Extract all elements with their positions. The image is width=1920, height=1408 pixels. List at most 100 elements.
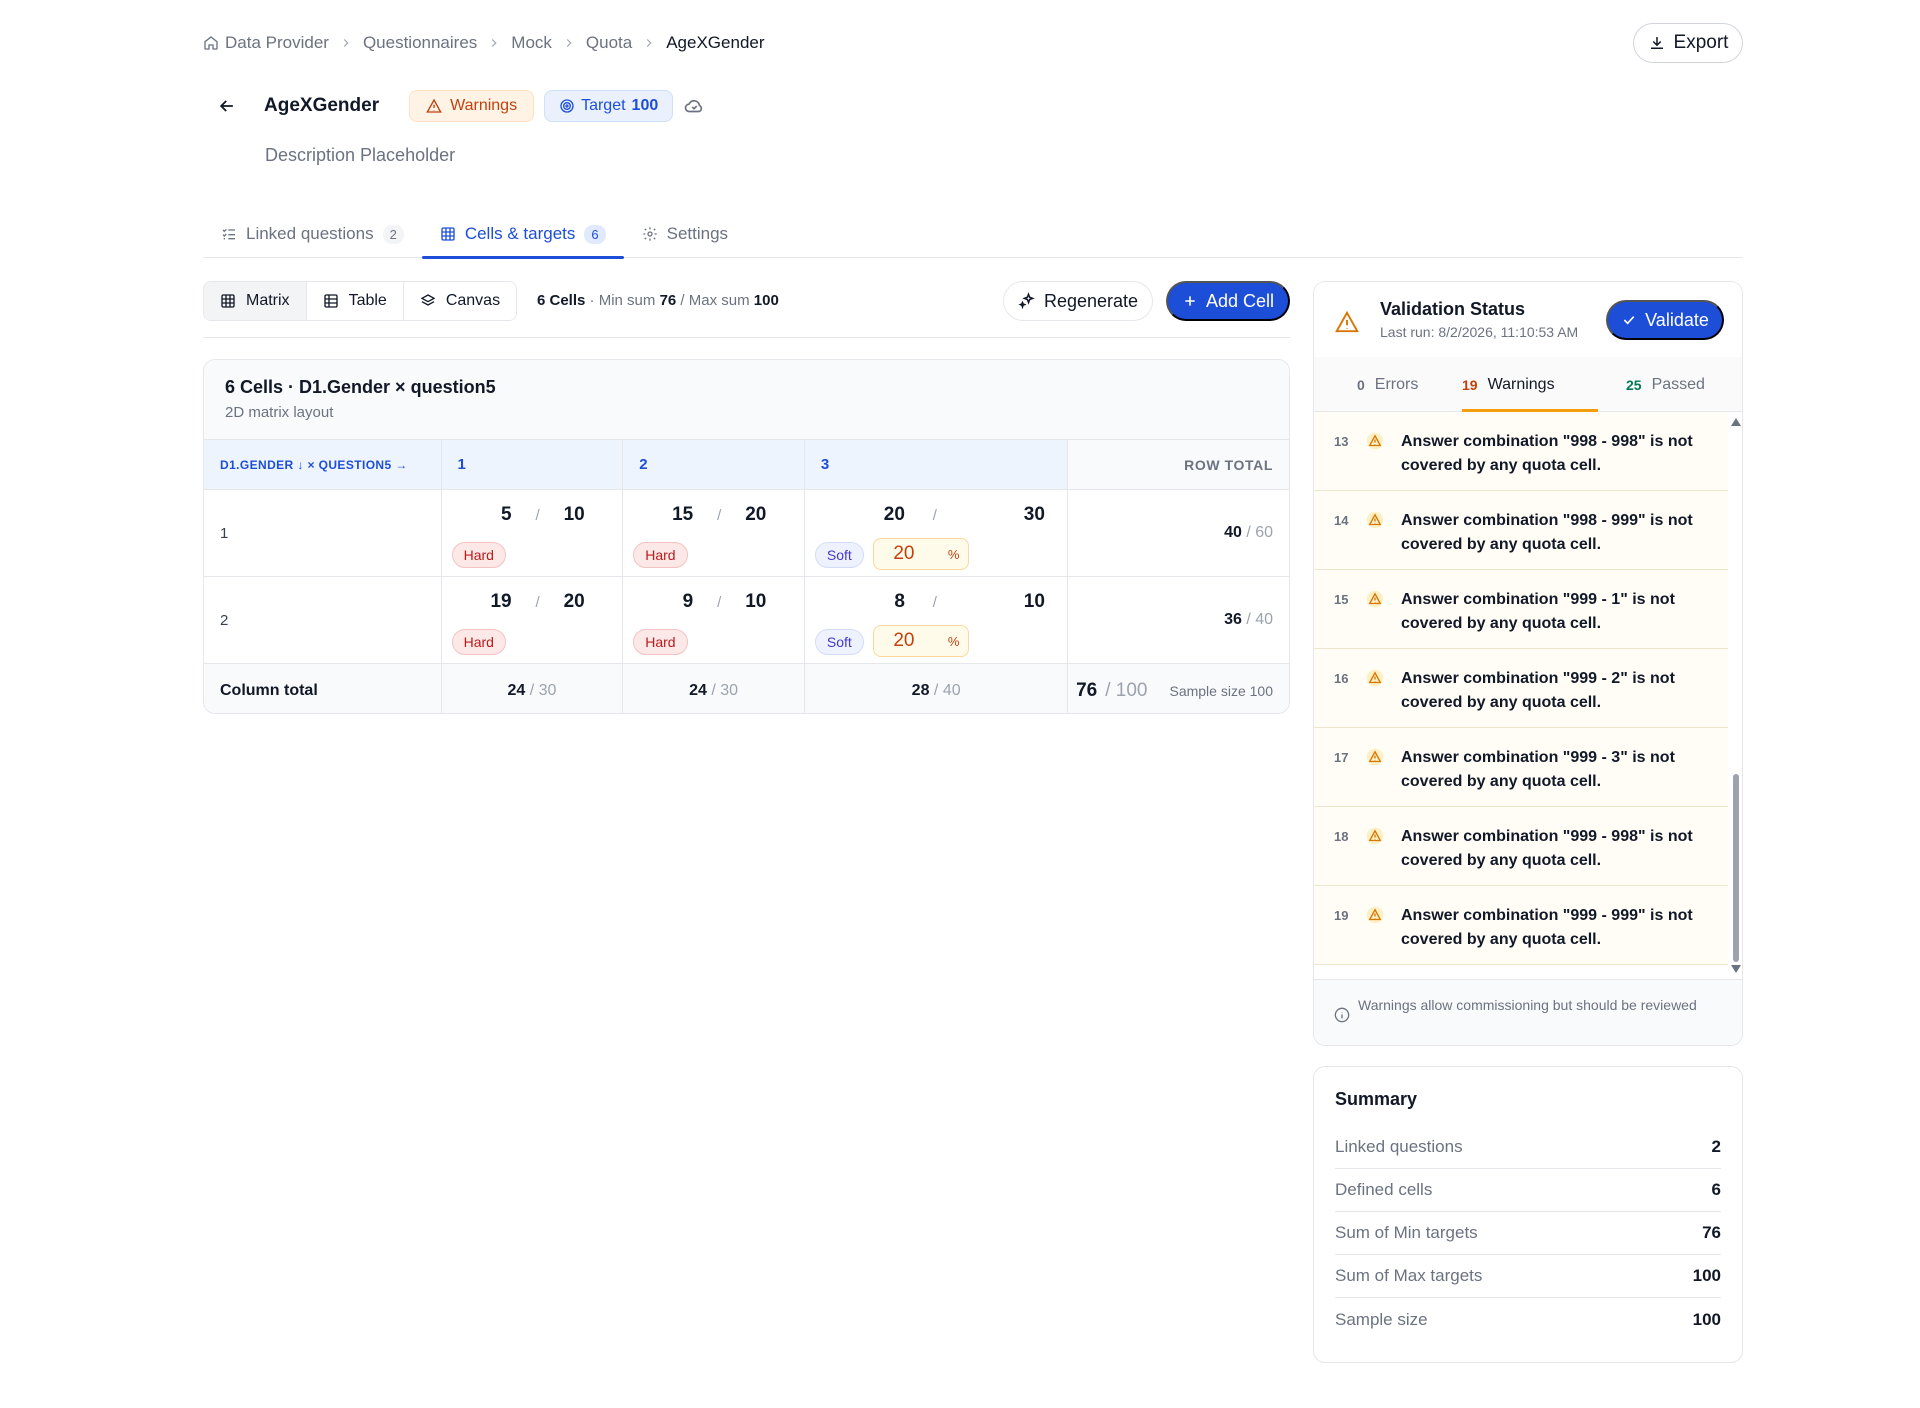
- list-check-icon: [221, 226, 237, 242]
- quota-cell[interactable]: 19 / 20 Hard: [442, 577, 624, 663]
- tab-errors[interactable]: 0 Errors: [1357, 357, 1418, 412]
- tab-label: Passed: [1651, 375, 1705, 393]
- add-cell-button[interactable]: Add Cell: [1166, 281, 1290, 321]
- hard-badge[interactable]: Hard: [633, 542, 688, 568]
- view-canvas-button[interactable]: Canvas: [403, 282, 517, 320]
- summary-title: Summary: [1335, 1089, 1418, 1109]
- grand-total: 76 / 100 Sample size 100: [1068, 664, 1289, 713]
- tab-cells-targets[interactable]: Cells & targets 6: [421, 210, 624, 259]
- row-total-min: 36: [1224, 611, 1242, 628]
- list-item[interactable]: 14 Answer combination "998 - 999" is not…: [1314, 491, 1728, 570]
- breadcrumb-item-quota[interactable]: Quota: [586, 33, 632, 53]
- warning-icon: [426, 98, 442, 114]
- soft-badge[interactable]: Soft: [814, 629, 864, 655]
- hard-badge[interactable]: Hard: [451, 629, 506, 655]
- hard-badge[interactable]: Hard: [451, 542, 506, 568]
- warning-message: Answer combination "999 - 1" is not cove…: [1401, 591, 1675, 632]
- validation-last-run: Last run: 8/2/2026, 11:10:53 AM: [1380, 324, 1579, 340]
- summary-label: Sum of Min targets: [1335, 1223, 1478, 1242]
- tab-label: Cells & targets: [464, 224, 576, 243]
- download-icon: [1648, 34, 1666, 52]
- warnings-count: 19: [1462, 376, 1478, 393]
- cell-stats: 6 Cells · Min sum 76 / Max sum 100: [537, 292, 779, 309]
- row-total: 40 / 60: [1068, 490, 1289, 576]
- validation-footer: Warnings allow commissioning but should …: [1314, 979, 1742, 1045]
- list-item[interactable]: 13 Answer combination "998 - 998" is not…: [1314, 412, 1728, 491]
- tab-settings[interactable]: Settings: [624, 210, 746, 258]
- warning-message: Answer combination "998 - 998" is not co…: [1401, 433, 1693, 474]
- tab-linked-questions[interactable]: Linked questions 2: [203, 210, 422, 258]
- export-button[interactable]: Export: [1633, 23, 1743, 63]
- tolerance-value: 20: [893, 543, 915, 564]
- cell-max[interactable]: 10: [745, 591, 785, 613]
- cell-max[interactable]: 30: [965, 504, 1045, 526]
- breadcrumb-item-data-provider[interactable]: Data Provider: [203, 33, 329, 53]
- cell-min[interactable]: 19: [442, 591, 511, 613]
- warning-icon: [1366, 748, 1384, 766]
- column-total-max: / 40: [933, 681, 961, 699]
- scrollbar-thumb[interactable]: [1733, 774, 1739, 962]
- row-label: 2: [204, 577, 442, 663]
- cell-min[interactable]: 5: [442, 504, 512, 526]
- warnings-scrollbar[interactable]: [1728, 412, 1742, 979]
- list-item[interactable]: 15 Answer combination "999 - 1" is not c…: [1314, 570, 1728, 649]
- list-item[interactable]: 19 Answer combination "999 - 999" is not…: [1314, 886, 1728, 965]
- warning-index: 17: [1334, 750, 1349, 765]
- column-total-min: 28: [911, 681, 930, 699]
- view-table-button[interactable]: Table: [306, 282, 404, 320]
- summary-value: 2: [1711, 1137, 1721, 1156]
- cell-max[interactable]: 20: [745, 504, 785, 526]
- matrix-axis-header: D1.GENDER ↓ × QUESTION5 →: [204, 440, 442, 489]
- cell-max[interactable]: 10: [965, 591, 1045, 613]
- list-item[interactable]: 17 Answer combination "999 - 3" is not c…: [1314, 728, 1728, 807]
- grand-total-max: / 100: [1105, 679, 1148, 701]
- warning-message: Answer combination "999 - 999" is not co…: [1401, 907, 1693, 948]
- breadcrumb-item-mock[interactable]: Mock: [511, 33, 552, 53]
- slash: /: [535, 506, 540, 524]
- check-icon: [1621, 312, 1637, 328]
- warning-message: Answer combination "999 - 998" is not co…: [1401, 828, 1693, 869]
- quota-cell[interactable]: 5 / 10 Hard: [442, 490, 624, 576]
- cell-min[interactable]: 8: [805, 591, 905, 613]
- cell-min[interactable]: 15: [623, 504, 693, 526]
- breadcrumb-item-questionnaires[interactable]: Questionnaires: [363, 33, 477, 53]
- warnings-list: 13 Answer combination "998 - 998" is not…: [1314, 412, 1728, 979]
- slash: /: [717, 593, 722, 611]
- info-icon: [1334, 1007, 1350, 1023]
- cell-max[interactable]: 10: [564, 504, 604, 526]
- summary-value: 100: [1692, 1266, 1721, 1285]
- cell-max[interactable]: 20: [564, 591, 604, 613]
- hard-badge[interactable]: Hard: [633, 629, 688, 655]
- back-button[interactable]: [215, 94, 239, 118]
- quota-cell[interactable]: 15 / 20 Hard: [623, 490, 805, 576]
- tab-count: 6: [584, 224, 606, 244]
- summary-value: 6: [1711, 1180, 1721, 1199]
- quota-cell[interactable]: 20 / 30 Soft 20%: [805, 490, 1069, 576]
- warning-icon: [1366, 590, 1384, 608]
- tolerance-input[interactable]: 20%: [872, 625, 969, 657]
- breadcrumb: Data Provider Questionnaires Mock Quota …: [203, 31, 765, 55]
- view-matrix-button[interactable]: Matrix: [204, 282, 307, 320]
- quota-cell[interactable]: 9 / 10 Hard: [623, 577, 805, 663]
- scroll-down-arrow-icon[interactable]: [1731, 965, 1741, 973]
- validation-footer-note: Warnings allow commissioning but should …: [1358, 997, 1697, 1013]
- list-item[interactable]: 16 Answer combination "999 - 2" is not c…: [1314, 649, 1728, 728]
- regenerate-button[interactable]: Regenerate: [1003, 281, 1153, 321]
- cell-min[interactable]: 9: [623, 591, 694, 613]
- validate-button[interactable]: Validate: [1606, 300, 1724, 340]
- warning-index: 16: [1334, 671, 1349, 686]
- tab-passed[interactable]: 25 Passed: [1626, 357, 1705, 412]
- soft-badge[interactable]: Soft: [814, 542, 864, 568]
- warning-message: Answer combination "999 - 3" is not cove…: [1401, 749, 1675, 790]
- list-item[interactable]: 18 Answer combination "999 - 998" is not…: [1314, 807, 1728, 886]
- sample-size-note: Sample size 100: [1169, 682, 1273, 699]
- cell-min[interactable]: 20: [805, 504, 905, 526]
- stats-slash: /: [676, 292, 689, 309]
- target-icon: [559, 98, 575, 114]
- summary-label: Linked questions: [1335, 1137, 1463, 1156]
- tab-warnings[interactable]: 19 Warnings: [1462, 357, 1555, 412]
- warning-index: 18: [1334, 829, 1349, 844]
- scroll-up-arrow-icon[interactable]: [1731, 418, 1741, 426]
- quota-cell[interactable]: 8 / 10 Soft 20%: [805, 577, 1069, 663]
- tolerance-input[interactable]: 20%: [872, 538, 969, 570]
